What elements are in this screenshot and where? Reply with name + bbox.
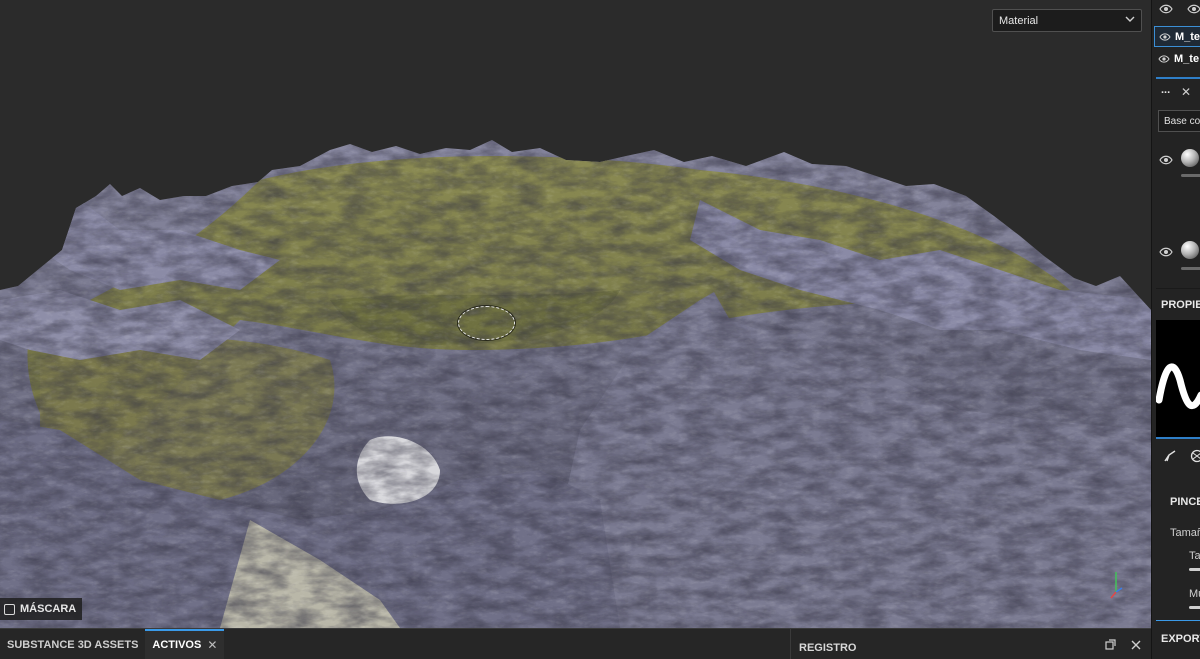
size-sub-label: Ta [1189, 550, 1200, 562]
log-panel-header: REGISTRO [790, 629, 1151, 659]
mask-checkbox[interactable] [4, 603, 15, 615]
axis-gizmo-icon [1110, 572, 1123, 599]
flow-label: Mu [1189, 588, 1200, 600]
material-ball-icon [1181, 241, 1199, 259]
size-slider[interactable] [1189, 568, 1200, 571]
layer-name: M_te [1174, 30, 1200, 43]
channel-select[interactable]: Base co [1158, 110, 1200, 132]
tab-substance-3d-assets[interactable]: SUBSTANCE 3D ASSETS [0, 629, 145, 659]
tab-label: SUBSTANCE 3D ASSETS [7, 639, 139, 651]
maximize-icon[interactable] [1103, 638, 1117, 652]
mask-toggle[interactable]: MÁSCARA [0, 598, 83, 620]
brush-cursor [458, 306, 515, 340]
size-label: Tamañ [1170, 527, 1200, 539]
layer-item[interactable]: M_te [1154, 26, 1200, 47]
layer-name: M_te [1174, 52, 1200, 65]
bottom-dock: SUBSTANCE 3D ASSETS ACTIVOS ✕ REGISTRO [0, 628, 1151, 659]
brush-stroke-preview [1155, 320, 1200, 437]
tab-label: ACTIVOS [152, 639, 202, 651]
brush-section-title: PINCEL [1170, 496, 1200, 508]
eye-icon[interactable] [1158, 54, 1170, 64]
close-icon[interactable]: ✕ [207, 638, 217, 659]
eye-icon[interactable] [1159, 32, 1171, 42]
brush-icon[interactable] [1163, 449, 1177, 463]
eye-icon[interactable] [1159, 246, 1173, 258]
panel-divider [1156, 437, 1200, 439]
viewport-3d[interactable]: Material MÁSCARA [0, 0, 1151, 628]
eye-settings-icon[interactable] [1159, 3, 1173, 15]
viewport-mode-select[interactable]: Material [992, 9, 1142, 32]
layer-opacity-slider[interactable] [1181, 267, 1200, 270]
panel-divider [1156, 620, 1200, 621]
panel-divider [1156, 288, 1200, 289]
layer-item[interactable]: M_te [1154, 48, 1200, 69]
export-title[interactable]: EXPORTA [1161, 633, 1200, 645]
flow-slider[interactable] [1189, 606, 1200, 609]
mask-label: MÁSCARA [20, 603, 77, 615]
material-ball-icon[interactable] [1190, 449, 1200, 463]
app-window: Material MÁSCARA SUBSTANCE 3D ASSETS ACT… [0, 0, 1200, 659]
brush-stroke-icon [1155, 363, 1200, 410]
panel-divider [1156, 77, 1200, 79]
tab-activos[interactable]: ACTIVOS ✕ [145, 629, 225, 659]
eye-icon[interactable] [1187, 3, 1200, 15]
properties-title: PROPIED [1161, 299, 1200, 311]
close-icon[interactable] [1129, 638, 1143, 652]
panel-menu-button[interactable]: ... [1161, 84, 1170, 96]
chevron-down-icon [1125, 16, 1135, 22]
terrain-mesh[interactable] [0, 0, 1151, 628]
eye-icon[interactable] [1159, 154, 1173, 166]
viewport-mode-value: Material [999, 15, 1039, 27]
material-ball-icon [1181, 149, 1199, 167]
close-icon[interactable]: ✕ [1181, 85, 1191, 99]
log-panel-title: REGISTRO [799, 642, 857, 654]
layer-opacity-slider[interactable] [1181, 174, 1200, 177]
right-panel: M_te M_te ... ✕ Base co PROPIED [1151, 0, 1200, 659]
